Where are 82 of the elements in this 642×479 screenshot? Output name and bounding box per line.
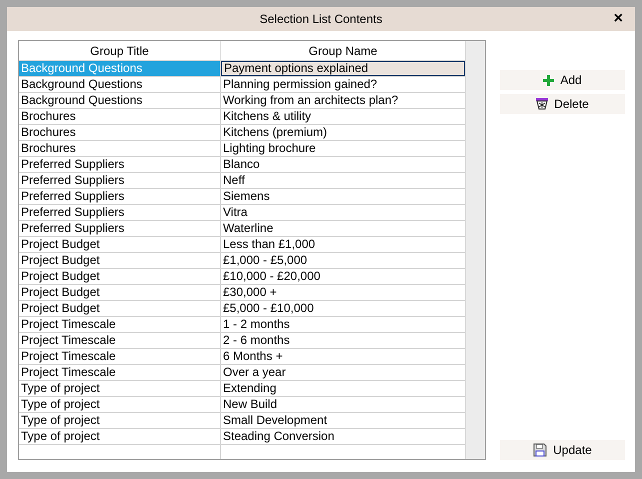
table-row[interactable]: Project Budget £30,000 +	[19, 285, 465, 301]
table-row[interactable]: Brochures Kitchens & utility	[19, 109, 465, 125]
table-row[interactable]: Project Timescale 1 - 2 months	[19, 317, 465, 333]
table-cell-text: Extending	[222, 381, 278, 396]
table-cell: Type of project	[19, 429, 221, 444]
table-cell: Project Timescale	[19, 333, 221, 348]
table-cell-text: Steading Conversion	[222, 429, 336, 444]
save-icon	[533, 443, 548, 457]
table-row[interactable]: Preferred Suppliers Siemens	[19, 189, 465, 205]
table-cell-text: Siemens	[222, 189, 271, 204]
table-row[interactable]: Type of project Steading Conversion	[19, 429, 465, 445]
table-row[interactable]: Project Budget £10,000 - £20,000	[19, 269, 465, 285]
table-cell: Background Questions	[19, 93, 221, 108]
table-cell: Project Budget	[19, 301, 221, 316]
table-cell: Project Budget	[19, 285, 221, 300]
table-cell: Preferred Suppliers	[19, 221, 221, 236]
table-row[interactable]: Project Budget £1,000 - £5,000	[19, 253, 465, 269]
update-button[interactable]: Update	[500, 440, 625, 460]
table-cell-text: Blanco	[222, 157, 261, 172]
delete-button[interactable]: Delete	[500, 94, 625, 114]
basket-icon	[536, 98, 548, 110]
window-title: Selection List Contents	[260, 11, 382, 28]
table-cell-text: Less than £1,000	[222, 237, 316, 252]
table-row[interactable]: Project Timescale Over a year	[19, 365, 465, 381]
close-button[interactable]: ×	[614, 10, 623, 28]
table-cell-text: £30,000 +	[222, 285, 278, 300]
table-cell: Type of project	[19, 413, 221, 428]
table-row[interactable]: Type of project Extending	[19, 381, 465, 397]
table-cell-text: Neff	[222, 173, 246, 188]
table-cell: Payment options explained	[221, 61, 465, 76]
table-cell: Project Timescale	[19, 317, 221, 332]
table-cell: Brochures	[19, 141, 221, 156]
table-row[interactable]: Type of project New Build	[19, 397, 465, 413]
table-cell: Preferred Suppliers	[19, 189, 221, 204]
table-cell: Project Budget	[19, 253, 221, 268]
table-cell-text: Waterline	[222, 221, 274, 236]
table-cell-text: Lighting brochure	[222, 141, 317, 156]
table-cell-text: Kitchens & utility	[222, 109, 312, 124]
table-cell-text: £10,000 - £20,000	[222, 269, 322, 284]
table-cell-text: New Build	[222, 397, 278, 412]
table-row[interactable]: Brochures Kitchens (premium)	[19, 125, 465, 141]
table-cell: Type of project	[19, 397, 221, 412]
table-row[interactable]: Preferred Suppliers Waterline	[19, 221, 465, 237]
table-cell: Brochures	[19, 109, 221, 124]
table-cell: Preferred Suppliers	[19, 157, 221, 172]
table-cell-text: Working from an architects plan?	[222, 93, 400, 108]
table-cell: Project Timescale	[19, 349, 221, 364]
table-cell: Project Timescale	[19, 365, 221, 380]
table-row[interactable]: Background Questions Planning permission gained?	[19, 77, 465, 93]
table-cell: Brochures	[19, 125, 221, 140]
table-row[interactable]: Type of project Small Development	[19, 413, 465, 429]
table-cell-text: Planning permission gained?	[222, 77, 378, 92]
table-row[interactable]: Project Timescale 6 Months +	[19, 349, 465, 365]
column-header[interactable]: Group Title	[19, 41, 221, 60]
table-cell: Project Budget	[19, 237, 221, 252]
table-row[interactable]: Preferred Suppliers Blanco	[19, 157, 465, 173]
table-cell-text: £5,000 - £10,000	[222, 301, 315, 316]
column-header[interactable]: Group Name	[221, 41, 465, 60]
table-cell-text: Vitra	[222, 205, 248, 220]
table-row[interactable]: Preferred Suppliers Vitra	[19, 205, 465, 221]
table-cell: Background Questions	[19, 61, 221, 76]
table-row[interactable]: Project Budget Less than £1,000	[19, 237, 465, 253]
table-cell-text: 6 Months +	[222, 349, 284, 364]
table-cell-text: Small Development	[222, 413, 328, 428]
table-cell-text: 2 - 6 months	[222, 333, 291, 348]
add-button[interactable]: Add	[500, 70, 625, 90]
table-cell-text: 1 - 2 months	[222, 317, 291, 332]
table-cell: Preferred Suppliers	[19, 205, 221, 220]
table-row[interactable]: Project Budget £5,000 - £10,000	[19, 301, 465, 317]
table-cell: Background Questions	[19, 77, 221, 92]
table-row[interactable]: Brochures Lighting brochure	[19, 141, 465, 157]
plus-icon	[543, 74, 554, 86]
table-cell: Project Budget	[19, 269, 221, 284]
table-row[interactable]: Project Timescale 2 - 6 months	[19, 333, 465, 349]
table-row[interactable]: Background Questions Payment options explained	[19, 61, 465, 77]
table-cell-text: Kitchens (premium)	[222, 125, 328, 140]
table-cell-text: £1,000 - £5,000	[222, 253, 308, 268]
table-cell: Type of project	[19, 381, 221, 396]
table-cell-text: Over a year	[222, 365, 287, 380]
table-row[interactable]: Background Questions Working from an architects plan?	[19, 93, 465, 109]
table-cell: Preferred Suppliers	[19, 173, 221, 188]
table-row[interactable]: Preferred Suppliers Neff	[19, 173, 465, 189]
